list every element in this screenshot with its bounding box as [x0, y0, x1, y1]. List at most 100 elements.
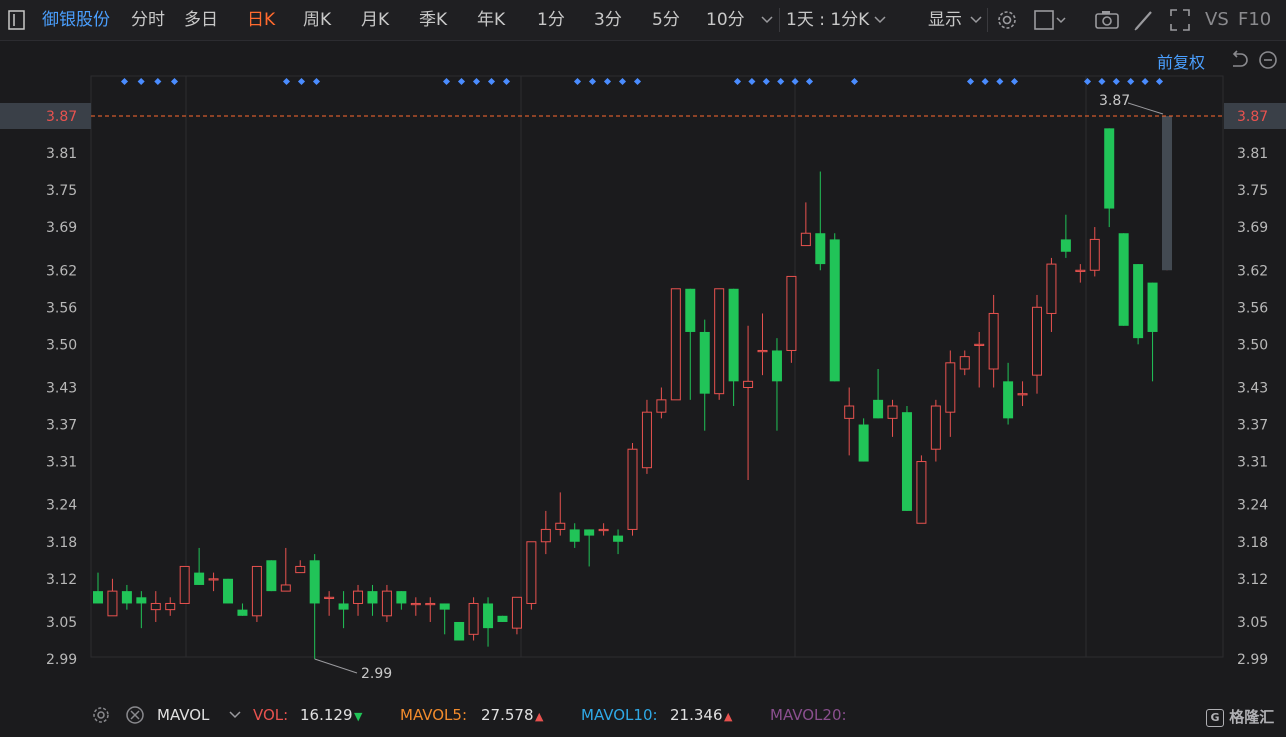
- square-icon: [1034, 10, 1066, 30]
- candle-down: [497, 615, 508, 622]
- y-tick-label-right: 3.69: [1237, 220, 1268, 236]
- candle-up: [656, 399, 667, 413]
- interval-dropdown-button[interactable]: [872, 0, 888, 40]
- candle-down: [1003, 381, 1014, 419]
- y-tick-label-right: 3.24: [1237, 498, 1268, 514]
- indicator-settings-button[interactable]: [90, 705, 112, 725]
- gear-icon: [998, 11, 1016, 29]
- y-tick-label-left: 3.12: [46, 572, 77, 588]
- f10-button[interactable]: F10: [1238, 0, 1271, 40]
- candle-down: [1060, 239, 1071, 252]
- tab-period-1[interactable]: 多日: [184, 0, 218, 40]
- tab-period-8[interactable]: 3分: [594, 0, 622, 40]
- candle-up: [540, 528, 551, 543]
- fullscreen-button[interactable]: [1168, 0, 1192, 40]
- y-tick-label-right: 3.81: [1237, 146, 1268, 162]
- panel-icon: [8, 10, 25, 30]
- screenshot-button[interactable]: [1094, 0, 1120, 40]
- candle-up: [800, 232, 811, 247]
- toolbar: 御银股份 分时 多日 日K 周K 月K 季K 年K 1分 3分 5分 10分 1…: [0, 0, 1286, 41]
- settings-button[interactable]: [995, 0, 1019, 40]
- candle-down: [858, 424, 869, 462]
- candle-up: [555, 522, 566, 530]
- mavol10-label: MAVOL10:: [581, 706, 658, 724]
- candle-up: [786, 275, 797, 351]
- kline-chart[interactable]: 3.81 3.81 3.75 3.75 3.69 3.69 3.62 3.62 3.56 3.56…: [0, 40, 1286, 697]
- chevron-down-icon: [229, 711, 241, 719]
- draw-button[interactable]: [1132, 0, 1156, 40]
- candle-down: [266, 560, 277, 592]
- display-button[interactable]: 显示: [928, 0, 962, 40]
- candle-down: [136, 597, 147, 604]
- candle-down: [613, 535, 624, 542]
- candle-down: [1147, 282, 1158, 332]
- pencil-icon: [1134, 11, 1152, 31]
- high-label: 3.87: [1099, 93, 1130, 109]
- tab-period-9[interactable]: 5分: [652, 0, 680, 40]
- candle-up: [974, 343, 985, 347]
- candle-down: [1118, 233, 1129, 326]
- candle-up: [251, 565, 262, 617]
- candle-down: [569, 529, 580, 542]
- candle-current: [1162, 116, 1172, 271]
- candle-up: [410, 602, 421, 606]
- indicator-name[interactable]: MAVOL: [157, 705, 209, 725]
- tab-period-0[interactable]: 分时: [131, 0, 165, 40]
- period-more-button[interactable]: [759, 0, 775, 40]
- candle-up: [959, 356, 970, 370]
- candle-down: [396, 591, 407, 604]
- candle-up: [714, 288, 725, 395]
- candle-up: [526, 541, 537, 604]
- candle-up: [381, 590, 392, 617]
- candle-down: [1104, 128, 1115, 209]
- tab-period-2[interactable]: 日K: [247, 0, 275, 40]
- tab-period-6[interactable]: 年K: [477, 0, 505, 40]
- layout-button[interactable]: [1033, 0, 1069, 40]
- tab-period-5[interactable]: 季K: [419, 0, 447, 40]
- close-circle-icon: [126, 706, 144, 724]
- y-tick-label-right: 3.43: [1237, 381, 1268, 397]
- low-label: 2.99: [361, 666, 392, 682]
- y-tick-label-right: 3.37: [1237, 418, 1268, 434]
- display-dropdown-button[interactable]: [968, 0, 984, 40]
- indicator-close-button[interactable]: [124, 705, 146, 725]
- candle-up: [179, 565, 190, 604]
- candle-up: [280, 584, 291, 592]
- watermark-text: 格隆汇: [1229, 708, 1275, 726]
- candle-down: [728, 288, 739, 382]
- candle-down: [901, 412, 912, 511]
- candle-up: [945, 362, 956, 413]
- chevron-down-icon: [970, 16, 982, 24]
- candle-down: [1133, 264, 1144, 339]
- divider: [779, 8, 780, 32]
- tab-period-7[interactable]: 1分: [537, 0, 565, 40]
- candle-up: [150, 602, 161, 611]
- tab-period-4[interactable]: 月K: [361, 0, 389, 40]
- tab-period-3[interactable]: 周K: [303, 0, 331, 40]
- indicator-bar: MAVOL VOL: 16.129 ▼ MAVOL5: 27.578 ▲ MAV…: [0, 697, 1286, 737]
- stock-name[interactable]: 御银股份: [42, 0, 110, 40]
- up-arrow-icon: ▲: [535, 710, 544, 723]
- chevron-down-icon: [874, 16, 886, 24]
- candle-down: [237, 609, 248, 616]
- panel-toggle-button[interactable]: [6, 0, 28, 40]
- expand-icon: [1170, 9, 1190, 31]
- y-tick-label-right: 3.75: [1237, 183, 1268, 199]
- y-tick-label-left: 3.81: [46, 146, 77, 162]
- y-tick-label-left: 3.75: [46, 183, 77, 199]
- candle-up: [1075, 269, 1086, 272]
- y-tick-label-right: 3.50: [1237, 337, 1268, 353]
- mavol20-label: MAVOL20:: [770, 706, 847, 724]
- down-arrow-icon: ▼: [354, 710, 363, 723]
- candle-down: [815, 233, 826, 265]
- candle-down: [873, 399, 884, 419]
- interval-select[interactable]: 1天 : 1分K: [786, 0, 869, 40]
- candle-down: [309, 560, 320, 604]
- y-tick-label-right: 3.12: [1237, 572, 1268, 588]
- y-tick-label-right: 2.99: [1237, 652, 1268, 668]
- compare-button[interactable]: VS: [1205, 0, 1229, 40]
- tab-period-10[interactable]: 10分: [706, 0, 745, 40]
- candle-up: [295, 565, 306, 574]
- y-tick-label-left: 3.62: [46, 263, 77, 279]
- indicator-dropdown-button[interactable]: [227, 705, 243, 725]
